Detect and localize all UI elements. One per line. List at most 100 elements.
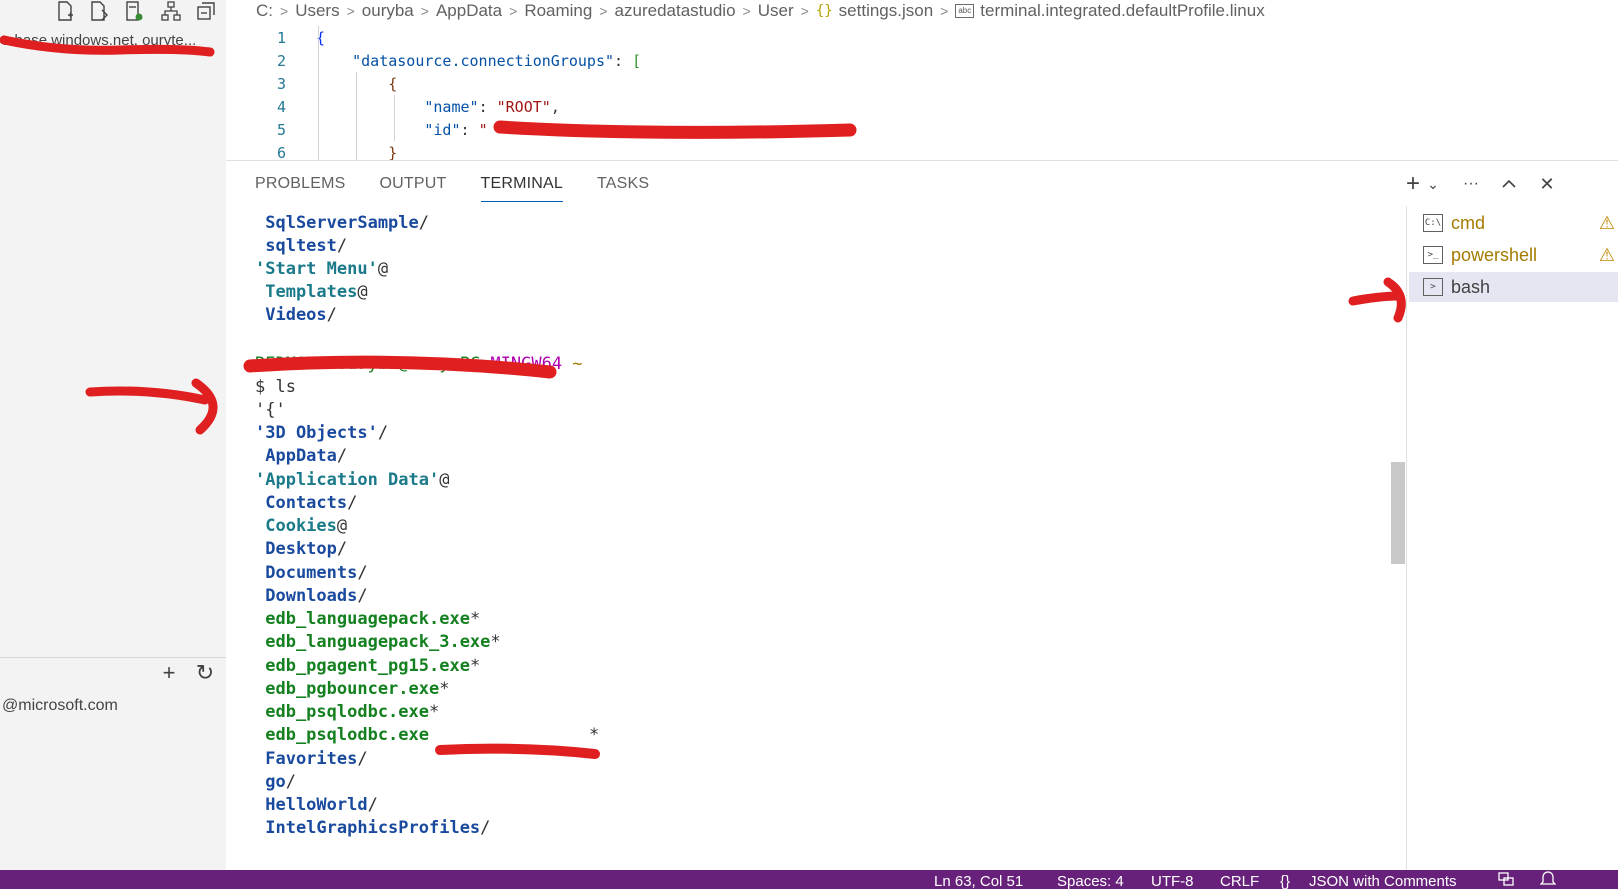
terminal-suffix: / — [336, 539, 348, 559]
terminal-item-label: cmd — [1451, 212, 1486, 233]
terminal-suffix: / — [336, 446, 348, 466]
terminal-entry: edb_psqlodbc.exe — [255, 702, 429, 722]
refresh-icon[interactable]: ↻ — [194, 660, 216, 685]
json-language-icon: {} — [1280, 873, 1291, 890]
terminal-suffix: @ — [357, 282, 368, 302]
prompt-mingw: MINGW64 — [490, 354, 563, 374]
terminal-entry: sqltest — [255, 236, 337, 256]
more-actions-icon[interactable]: ··· — [1458, 171, 1484, 197]
breadcrumb-item[interactable]: AppData — [436, 1, 502, 21]
terminal-entry: Templates — [255, 282, 358, 302]
terminal-line: HelloWorld/ — [255, 794, 378, 817]
code-token: { — [388, 75, 398, 93]
new-query-icon[interactable] — [54, 0, 76, 22]
code-token: " — [837, 121, 847, 139]
terminal-line: Videos/ — [255, 304, 337, 327]
terminal-entry: Documents — [255, 563, 358, 583]
feedback-icon[interactable] — [1498, 870, 1514, 894]
terminal-suffix: @ — [377, 259, 389, 279]
collapse-all-icon[interactable] — [195, 0, 217, 22]
code-token: : — [460, 121, 479, 139]
line-number: 6 — [276, 144, 286, 160]
line-number: 5 — [276, 121, 286, 139]
prompt-user-host: REDMOND+ouryba@Oury-PC — [255, 354, 491, 374]
terminal-item-bash[interactable]: > bash — [1409, 272, 1618, 302]
tab-terminal[interactable]: TERMINAL — [480, 175, 563, 202]
terminal-output[interactable]: SqlServerSample/ sqltest/ 'Start Menu'@ … — [255, 212, 1385, 872]
breadcrumb-item[interactable]: azuredatastudio — [615, 1, 736, 21]
powershell-icon: >_ — [1423, 246, 1443, 264]
terminal-suffix: / — [418, 213, 430, 233]
terminal-suffix: / — [357, 749, 368, 769]
terminal-line: Downloads/ — [255, 585, 367, 608]
terminal-suffix: * — [490, 632, 501, 652]
terminal-item-label: powershell — [1451, 244, 1538, 265]
terminal-entry: Downloads — [255, 586, 358, 606]
terminal-suffix: @ — [439, 470, 450, 490]
breadcrumb-item[interactable]: Roaming — [524, 1, 592, 21]
account-label: @microsoft.com — [2, 697, 118, 714]
code-token: : — [614, 52, 633, 70]
status-eol[interactable]: CRLF — [1220, 870, 1259, 894]
terminal-entry: Videos — [255, 305, 327, 325]
terminal-suffix: / — [326, 305, 337, 325]
maximize-panel-icon[interactable] — [1496, 171, 1522, 197]
terminal-entry: 'Start Menu' — [255, 259, 378, 279]
new-notebook-icon[interactable] — [88, 0, 110, 22]
terminal-suffix: / — [377, 423, 389, 443]
connection-item[interactable]: tabase.windows.net, ouryte... — [2, 32, 222, 49]
status-indentation[interactable]: Spaces: 4 — [1057, 870, 1124, 894]
close-panel-icon[interactable]: ✕ — [1534, 171, 1560, 197]
terminal-suffix: * — [469, 656, 481, 676]
terminal-command: $ ls — [255, 376, 296, 399]
terminal-entry: Cookies — [255, 516, 337, 536]
terminal-line: sqltest/ — [255, 235, 347, 258]
chevron-right-icon: > — [800, 3, 809, 19]
chevron-right-icon: > — [280, 3, 289, 19]
terminal-item-powershell[interactable]: >_ powershell ⚠ — [1409, 240, 1618, 270]
code-token: "id" — [424, 121, 461, 139]
status-cursor-position[interactable]: Ln 63, Col 51 — [934, 870, 1023, 894]
add-icon[interactable]: + — [158, 660, 180, 685]
terminal-entry: edb_pgbouncer.exe — [255, 679, 440, 699]
terminal-line: Favorites/ — [255, 748, 368, 771]
code-token: "name" — [424, 98, 479, 116]
tab-problems[interactable]: PROBLEMS — [255, 175, 346, 202]
code-token: [ — [632, 52, 642, 70]
breadcrumb-item[interactable]: ouryba — [362, 1, 414, 21]
terminal-entry: HelloWorld — [255, 795, 368, 815]
terminal-entry: SqlServerSample — [255, 213, 419, 233]
server-group-icon[interactable] — [160, 0, 182, 22]
new-terminal-icon[interactable]: + — [1400, 170, 1426, 197]
terminal-line: go/ — [255, 771, 296, 794]
terminal-line: Templates@ — [255, 281, 368, 304]
terminal-line: Documents/ — [255, 562, 368, 585]
terminal-entry: edb_languagepack.exe — [255, 609, 470, 629]
breadcrumb-item[interactable]: Users — [295, 1, 339, 21]
code-line: 5 "id": " " — [232, 118, 847, 142]
breadcrumb-setting[interactable]: terminal.integrated.defaultProfile.linux — [980, 1, 1264, 21]
chevron-down-icon[interactable]: ⌄ — [1425, 171, 1441, 197]
status-language[interactable]: JSON with Comments — [1309, 870, 1457, 894]
notifications-icon[interactable] — [1539, 870, 1557, 896]
terminal-item-cmd[interactable]: C:\ cmd ⚠ — [1409, 208, 1618, 238]
breadcrumb-item[interactable]: User — [758, 1, 794, 21]
server-connected-icon[interactable] — [123, 0, 145, 22]
code-editor[interactable]: 1{ 2 "datasource.connectionGroups": [ 3 … — [232, 26, 1618, 160]
breadcrumb-file[interactable]: settings.json — [839, 1, 934, 21]
code-token: " — [478, 121, 488, 139]
terminal-scrollbar-thumb[interactable] — [1391, 462, 1405, 564]
terminal-entry: Desktop — [255, 539, 337, 559]
code-token: } — [388, 144, 398, 160]
status-encoding[interactable]: UTF-8 — [1151, 870, 1194, 894]
breadcrumb-item[interactable]: C: — [256, 1, 273, 21]
tab-tasks[interactable]: TASKS — [597, 175, 649, 202]
terminal-suffix: / — [357, 563, 368, 583]
terminal-suffix: / — [347, 493, 358, 513]
terminal-suffix: * — [439, 679, 450, 699]
code-token: : — [478, 98, 497, 116]
code-line: 1{ — [232, 26, 325, 50]
terminal-entry: '3D Objects' — [255, 423, 378, 443]
tab-output[interactable]: OUTPUT — [380, 175, 447, 202]
terminal-entry: IntelGraphicsProfiles — [255, 818, 481, 838]
